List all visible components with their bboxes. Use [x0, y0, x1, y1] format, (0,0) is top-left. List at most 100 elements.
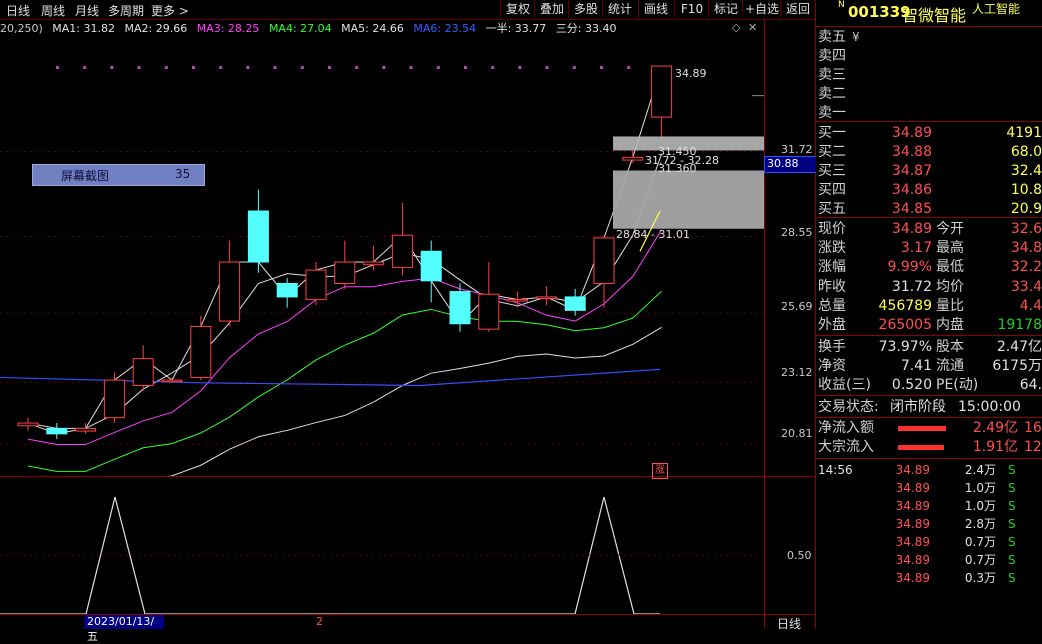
ceiling-dot — [219, 66, 223, 69]
tick-trade-row: 34.89 0.7万 S — [816, 533, 1042, 551]
ask-level-row: 卖五 ¥ — [816, 28, 1042, 46]
ask-level-label: 卖四 — [818, 48, 846, 64]
price-tick-label: 31.72 — [781, 143, 813, 156]
trade-side: S — [1008, 481, 1016, 495]
stock-name: 智微智能 — [902, 6, 967, 25]
ceiling-dot — [436, 66, 440, 69]
bid-price: 34.85 — [891, 201, 932, 217]
candle-body — [334, 261, 356, 284]
period-week-tab[interactable]: 周线 — [41, 2, 65, 19]
screenshot-tooltip[interactable]: 屏幕截图 35 — [32, 164, 205, 186]
bid-level-row: 买五 34.85 20.9 — [816, 200, 1042, 218]
price-tick-label: 28.55 — [781, 226, 813, 239]
fund-flow-value: 2.49亿 — [972, 420, 1018, 436]
bid-volume: 68.0 — [1010, 144, 1042, 160]
candle-body — [17, 422, 39, 427]
fundamental-value: 2.47亿 — [996, 339, 1042, 355]
fund-flow-label: 净流入额 — [818, 420, 874, 436]
ceiling-dot — [382, 66, 386, 69]
quote-stat-row: 涨跌 3.17 最高 34.8 — [816, 239, 1042, 257]
f10-button[interactable]: F10 — [674, 0, 709, 18]
quote-stat-row: 外盘 265005 内盘 19178 — [816, 316, 1042, 334]
trade-volume: 0.7万 — [964, 535, 996, 549]
fundamental-label: 净资 — [818, 358, 846, 374]
trade-time: 14:56 — [818, 463, 853, 477]
trade-side: S — [1008, 535, 1016, 549]
ma6-line — [0, 368, 661, 387]
tooltip-value: 35 — [175, 167, 191, 181]
mark-button[interactable]: 标记 — [708, 0, 743, 18]
tick-trade-row: 34.89 1.0万 S — [816, 479, 1042, 497]
back-button[interactable]: 返回 — [780, 0, 815, 18]
bid-level-label: 买二 — [818, 144, 846, 160]
ceiling-dot — [246, 66, 250, 69]
fund-flow-extra: 12 — [1024, 439, 1042, 455]
bid-volume: 4191 — [1006, 125, 1042, 141]
stat-value: 265005 — [878, 317, 932, 333]
bid-level-label: 买五 — [818, 201, 846, 217]
candle-body — [535, 296, 557, 299]
trade-side: S — [1008, 499, 1016, 513]
add-watchlist-button[interactable]: +自选 — [742, 0, 781, 18]
trade-side: S — [1008, 571, 1016, 585]
period-label: 日线 — [777, 617, 802, 631]
trade-side: S — [1008, 463, 1016, 477]
period-day-tab[interactable]: 日线 — [6, 2, 30, 19]
stat-label: 内盘 — [936, 317, 964, 333]
ceiling-dot — [300, 66, 304, 69]
sector-tag[interactable]: 人工智能 — [972, 0, 1020, 17]
ask-level-row: 卖三 — [816, 66, 1042, 84]
bid-level-row: 买一 34.89 4191 — [816, 124, 1042, 142]
range-label: 28.84 - 31.01 — [616, 228, 690, 241]
bid-volume: 32.4 — [1010, 163, 1042, 179]
bid-level-label: 买三 — [818, 163, 846, 179]
indicator-subchart[interactable] — [0, 477, 764, 614]
stat-value: 33.4 — [1010, 278, 1042, 295]
fund-flow-bar — [898, 445, 944, 450]
candle-body — [161, 379, 183, 383]
ceiling-dot — [56, 66, 59, 69]
candle-body — [190, 325, 212, 378]
stat-value: 19178 — [997, 317, 1042, 333]
stat-value: 32.2 — [1010, 259, 1042, 276]
period-month-tab[interactable]: 月线 — [75, 2, 99, 19]
candlestick-chart[interactable] — [0, 20, 764, 476]
candle-body — [622, 156, 644, 161]
bid-price: 34.87 — [891, 163, 932, 179]
multi-stock-button[interactable]: 多股 — [568, 0, 603, 18]
candle-body — [593, 237, 615, 284]
ceiling-dot — [110, 66, 114, 69]
overlay-button[interactable]: 叠加 — [534, 0, 569, 18]
ceiling-dot — [545, 66, 549, 69]
adjust-button[interactable]: 复权 — [500, 0, 535, 18]
trade-volume: 1.0万 — [964, 481, 996, 495]
ceiling-dot — [491, 66, 495, 69]
stat-value: 456789 — [878, 297, 932, 314]
fundamental-row: 换手 73.97% 股本 2.47亿 — [816, 338, 1042, 356]
ceiling-dot — [273, 66, 277, 69]
candle-body — [564, 296, 586, 311]
stat-label: 最低 — [936, 259, 964, 276]
bid-volume: 10.8 — [1010, 182, 1042, 198]
candle-body — [651, 65, 673, 118]
candle-body — [449, 291, 471, 325]
draw-line-button[interactable]: 画线 — [638, 0, 673, 18]
price-axis-border — [764, 20, 765, 629]
trade-volume: 0.7万 — [964, 553, 996, 567]
fund-flow-row: 净流入额 2.49亿 16 — [816, 419, 1042, 437]
stat-label: 总量 — [818, 297, 846, 314]
multi-period-tab[interactable]: 多周期 — [108, 2, 144, 19]
ceiling-dot — [409, 66, 413, 69]
candle-body — [305, 269, 327, 301]
stats-button[interactable]: 统计 — [602, 0, 637, 18]
trade-price: 34.89 — [895, 499, 930, 513]
tick-trade-row: 34.89 0.7万 S — [816, 551, 1042, 569]
tooltip-label: 屏幕截图 — [61, 169, 110, 183]
currency-icon: ¥ — [852, 30, 860, 44]
fund-flow-value: 1.91亿 — [972, 439, 1018, 455]
bid-level-label: 买四 — [818, 182, 846, 198]
ask-level-label: 卖一 — [818, 105, 846, 121]
trade-price: 34.89 — [895, 571, 930, 585]
more-menu[interactable]: 更多 > — [151, 2, 189, 19]
ceiling-dot — [572, 66, 576, 69]
